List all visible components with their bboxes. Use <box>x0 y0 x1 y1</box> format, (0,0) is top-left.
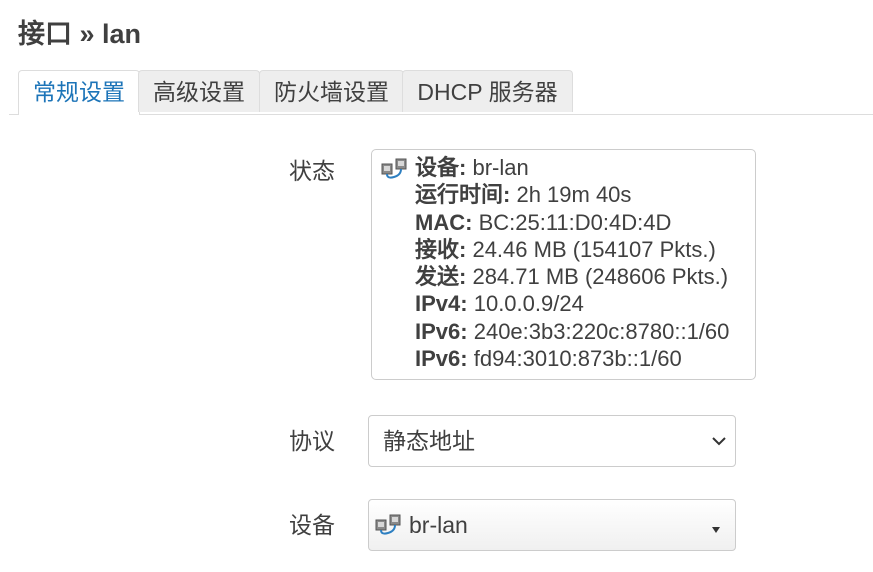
status-tx-line: 发送: 284.71 MB (248606 Pkts.) <box>415 264 729 290</box>
status-rx-line: 接收: 24.46 MB (154107 Pkts.) <box>415 236 716 262</box>
tab-advanced-settings[interactable]: 高级设置 <box>138 70 260 112</box>
protocol-label: 协议 <box>289 428 335 454</box>
tab-firewall-settings[interactable]: 防火墙设置 <box>259 70 404 112</box>
chevron-down-icon <box>711 433 727 454</box>
device-select[interactable]: br-lan <box>368 499 736 551</box>
status-mac-line: MAC: BC:25:11:D0:4D:4D <box>415 209 672 235</box>
device-label: 设备 <box>289 512 335 538</box>
protocol-select-value: 静态地址 <box>383 428 475 454</box>
protocol-select[interactable]: 静态地址 <box>368 415 736 467</box>
tab-dhcp-server[interactable]: DHCP 服务器 <box>402 70 573 112</box>
status-ipv6-ula-line: IPv6: fd94:3010:873b::1/60 <box>415 346 682 372</box>
triangle-down-icon <box>711 521 721 539</box>
page-title: 接口 » lan <box>18 19 142 49</box>
status-box: 设备: br-lan 运行时间: 2h 19m 40s MAC: BC:25:1… <box>371 149 756 380</box>
ethernet-bridge-icon <box>375 514 403 541</box>
status-ipv4-line: IPv4: 10.0.0.9/24 <box>415 291 584 317</box>
status-ipv6-line: IPv6: 240e:3b3:220c:8780::1/60 <box>415 318 730 344</box>
status-label: 状态 <box>289 158 335 184</box>
status-uptime-line: 运行时间: 2h 19m 40s <box>415 182 632 208</box>
device-select-value: br-lan <box>409 512 468 538</box>
ethernet-bridge-icon <box>381 158 409 185</box>
tab-general-settings[interactable]: 常规设置 <box>18 70 140 115</box>
tab-bar: 常规设置 高级设置 防火墙设置 DHCP 服务器 <box>9 70 873 115</box>
status-device-line: 设备: br-lan <box>415 155 529 180</box>
